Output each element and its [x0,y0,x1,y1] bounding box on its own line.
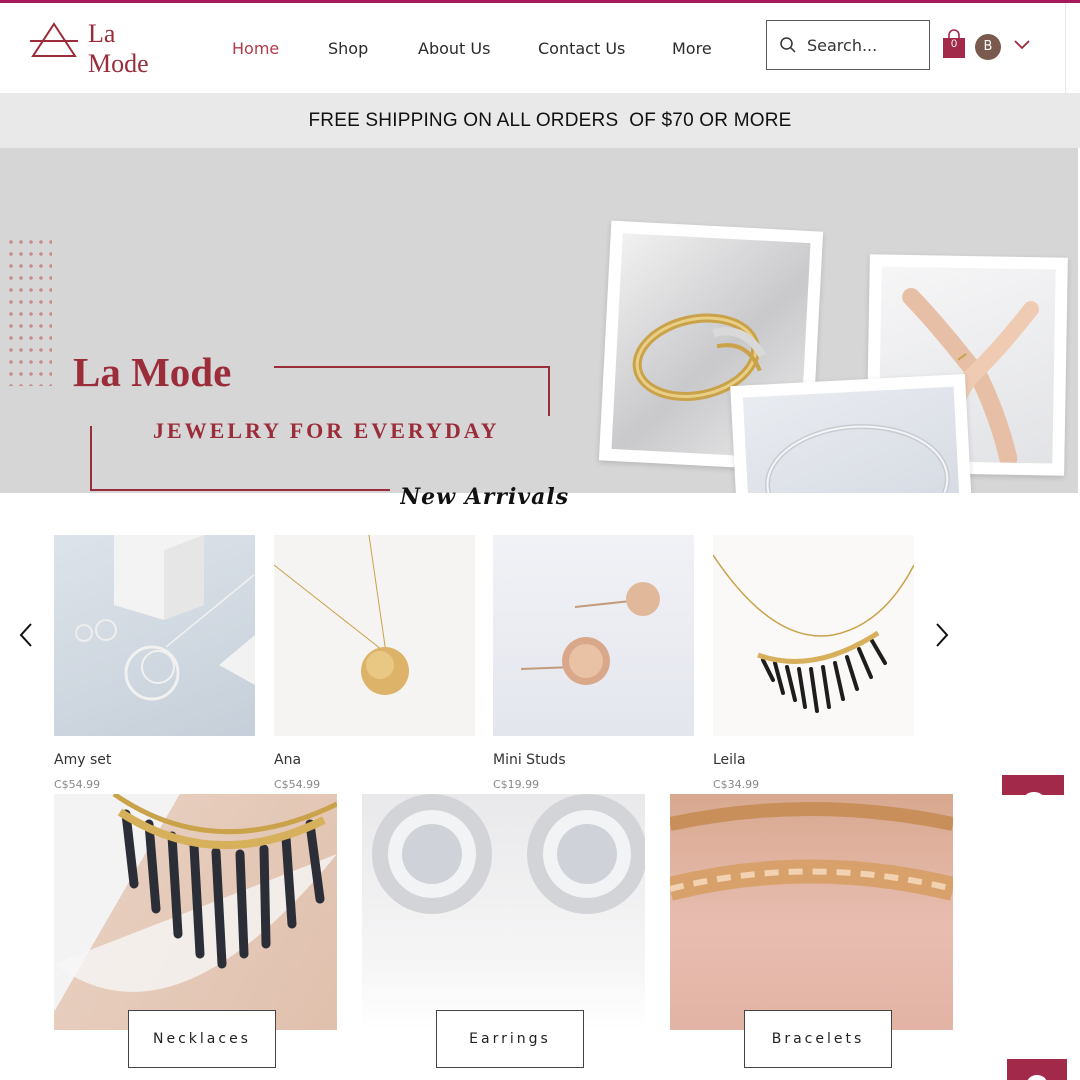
product-card[interactable]: Amy set C$54.99 [54,535,255,791]
nav-about-us[interactable]: About Us [418,39,490,58]
category-necklaces-image[interactable] [54,794,337,1030]
chat-icon [1027,1075,1047,1080]
decorative-dots [6,236,52,386]
cart-count: 0 [950,38,958,50]
logo-line-1: La [88,19,116,48]
product-image[interactable] [54,535,255,736]
cart-button[interactable]: 0 [942,29,966,59]
hero-frame-line-top [274,366,550,416]
nav-home[interactable]: Home [232,39,279,58]
carousel-prev-arrow-icon[interactable] [18,622,34,648]
hero-banner: La Mode JEWELRY FOR EVERYDAY [0,148,1078,493]
product-price: C$54.99 [54,778,101,791]
category-earrings-image[interactable] [362,794,645,1030]
chat-icon [1025,792,1043,795]
new-arrivals-title: New Arrivals [400,484,570,508]
hero-subtitle: JEWELRY FOR EVERYDAY [153,418,500,443]
product-card[interactable]: Mini Studs C$19.99 [493,535,694,791]
site-header: La Mode Home Shop About Us Contact Us Mo… [0,3,1066,93]
nav-contact-us[interactable]: Contact Us [538,39,625,58]
category-bracelets-image[interactable] [670,794,953,1030]
product-name[interactable]: Ana [274,752,301,768]
promo-text: FREE SHIPPING ON ALL ORDERS OF $70 OR MO… [308,109,792,131]
site-logo[interactable]: La Mode [30,19,149,79]
product-price: C$19.99 [493,778,540,791]
chat-widget-button[interactable] [1007,1059,1067,1080]
product-price: C$34.99 [713,778,760,791]
account-avatar[interactable]: B [975,34,1001,60]
search-input[interactable] [807,35,917,55]
product-name[interactable]: Amy set [54,752,111,768]
photo-bangle [730,373,973,493]
category-earrings-button[interactable]: Earrings [436,1010,584,1068]
nav-shop[interactable]: Shop [328,39,368,58]
product-card[interactable]: Leila C$34.99 [713,535,914,791]
search-icon[interactable] [779,36,797,54]
product-card[interactable]: Ana C$54.99 [274,535,475,791]
product-name[interactable]: Leila [713,752,746,768]
nav-more[interactable]: More [672,39,712,58]
category-bracelets-button[interactable]: Bracelets [744,1010,892,1068]
chat-widget-tab[interactable] [1002,775,1064,795]
hero-title: La Mode [73,349,232,395]
chevron-down-icon[interactable] [1013,39,1031,51]
category-necklaces-button[interactable]: Necklaces [128,1010,276,1068]
logo-text: La Mode [88,19,149,79]
logo-line-2: Mode [88,49,149,78]
page: La Mode Home Shop About Us Contact Us Mo… [0,0,1080,1080]
search-box[interactable] [766,20,930,70]
carousel-next-arrow-icon[interactable] [934,622,950,648]
product-image[interactable] [493,535,694,736]
product-name[interactable]: Mini Studs [493,752,566,768]
product-image[interactable] [274,535,475,736]
promo-banner: FREE SHIPPING ON ALL ORDERS OF $70 OR MO… [0,93,1080,148]
product-image[interactable] [713,535,914,736]
logo-triangle-icon [30,22,78,57]
product-price: C$54.99 [274,778,321,791]
